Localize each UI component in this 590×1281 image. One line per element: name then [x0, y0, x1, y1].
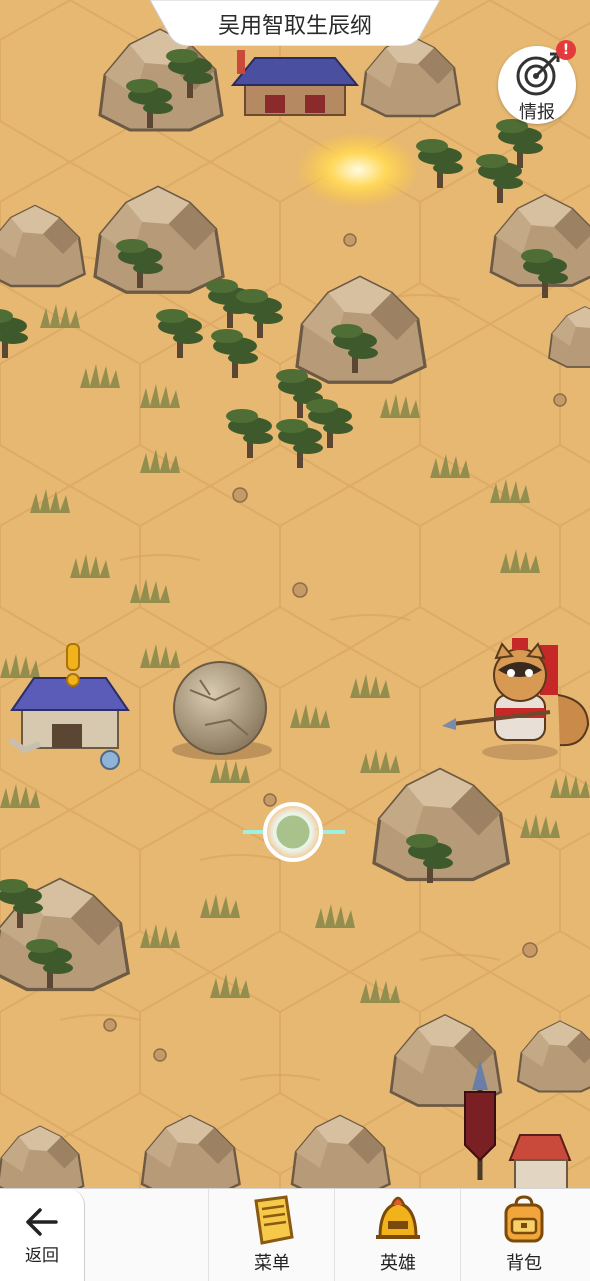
intel-button[interactable]: 情报 !: [498, 40, 576, 124]
target-icon: [516, 52, 560, 96]
bag-label: 背包: [506, 1253, 542, 1274]
menu-label: 菜单: [254, 1253, 290, 1274]
bottom-nav-bar: 返回 菜单 英雄 背包: [0, 1188, 590, 1281]
back-button[interactable]: 返回: [0, 1189, 85, 1281]
bag-button[interactable]: 背包: [460, 1189, 587, 1281]
game-map[interactable]: [0, 0, 590, 1188]
menu-button[interactable]: 菜单: [208, 1189, 335, 1281]
hero-button[interactable]: 英雄: [334, 1189, 461, 1281]
notification-badge: !: [556, 40, 576, 60]
arrow-left-icon: [26, 1208, 58, 1236]
scroll-icon: [254, 1195, 294, 1245]
backpack-icon: [504, 1195, 544, 1243]
intel-label: 情报: [519, 102, 555, 123]
hero-label: 英雄: [380, 1253, 416, 1274]
page-title: 吴用智取生辰纲: [217, 14, 372, 39]
back-label: 返回: [25, 1246, 59, 1266]
helmet-icon: [376, 1196, 420, 1239]
